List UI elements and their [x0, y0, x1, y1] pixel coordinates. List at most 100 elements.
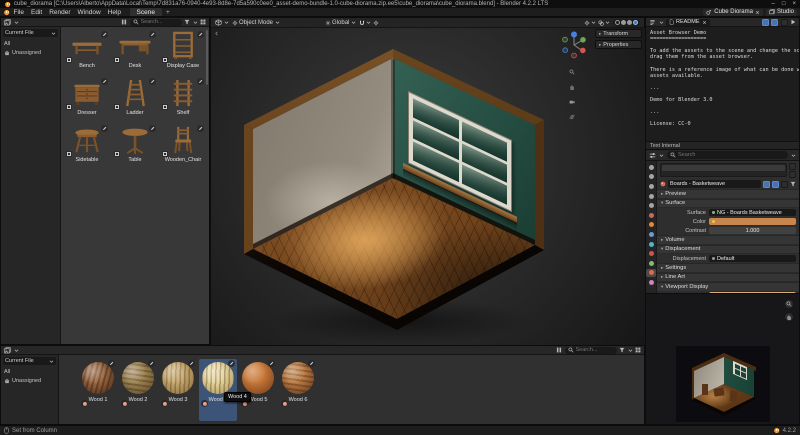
asset-tile-wooden-chair[interactable]: Wooden_Chair — [159, 125, 207, 169]
catalog-item-all[interactable]: All — [1, 367, 58, 376]
properties-tab-tool[interactable] — [646, 163, 656, 172]
asset-tile-display-case[interactable]: Display Case — [159, 31, 207, 75]
properties-search-input[interactable] — [678, 152, 716, 158]
asset-tile-desk[interactable]: Desk — [111, 31, 159, 75]
editor-type-icon[interactable] — [4, 347, 11, 354]
menu-edit[interactable]: Edit — [27, 9, 45, 16]
unlink-scene-icon[interactable] — [755, 10, 760, 15]
menu-window[interactable]: Window — [74, 9, 104, 16]
properties-tab-world[interactable] — [646, 211, 656, 220]
mode-selector[interactable]: Object Mode — [232, 20, 280, 26]
catalog-source-select[interactable]: Current File — [3, 357, 56, 365]
catalog-item-unassigned[interactable]: Unassigned — [1, 376, 58, 385]
properties-tab-texture[interactable] — [646, 278, 656, 287]
panel-surface[interactable]: ▾Surface — [657, 199, 799, 209]
word-wrap-toggle[interactable] — [762, 19, 769, 26]
surface-value-field[interactable]: NG - Boards Basketweave — [709, 209, 796, 217]
display-mode-icon[interactable] — [635, 347, 641, 353]
display-settings-icon[interactable] — [556, 347, 562, 353]
shading-solid-icon[interactable] — [621, 20, 626, 25]
catalog-item-all[interactable]: All — [1, 39, 60, 48]
properties-tab-constraints[interactable] — [646, 249, 656, 258]
properties-tab-object[interactable] — [646, 221, 656, 230]
filter-icon[interactable] — [184, 19, 190, 25]
material-slot[interactable] — [662, 165, 785, 171]
maximize-button[interactable]: □ — [782, 1, 786, 7]
asset-tile-bench[interactable]: Bench — [63, 31, 111, 75]
material-tile-wood-1[interactable]: Wood 1 — [79, 359, 117, 421]
display-settings-icon[interactable] — [121, 19, 127, 25]
shading-rendered-icon[interactable] — [633, 20, 638, 25]
viewport-canvas[interactable]: ▸Transform ▸Properties — [211, 28, 646, 346]
chevron-down-icon[interactable] — [591, 20, 596, 25]
text-datablock-field[interactable]: README — [666, 19, 710, 26]
asset-tile-table[interactable]: Table — [111, 125, 159, 169]
properties-tab-modifiers[interactable] — [646, 230, 656, 239]
editor-type-icon[interactable] — [215, 19, 222, 26]
properties-search[interactable] — [667, 151, 788, 159]
navigation-gizmo[interactable] — [559, 30, 589, 60]
material-search-input[interactable] — [576, 347, 614, 353]
chevron-down-icon[interactable] — [14, 20, 19, 25]
shading-material-icon[interactable] — [627, 20, 632, 25]
chevron-down-icon[interactable] — [366, 20, 371, 25]
material-tile-wood-3[interactable]: Wood 3 — [159, 359, 197, 421]
panel-line-art[interactable]: ▸Line Art — [657, 273, 799, 283]
transform-orientation[interactable]: Global — [325, 20, 356, 26]
properties-tab-output[interactable] — [646, 182, 656, 191]
snap-icon[interactable] — [359, 20, 365, 26]
add-slot-button[interactable] — [789, 163, 796, 170]
material-tile-wood-2[interactable]: Wood 2 — [119, 359, 157, 421]
minimize-button[interactable]: – — [772, 1, 775, 7]
asset-tile-ladder[interactable]: Ladder — [111, 78, 159, 122]
workspace-tab-scene[interactable]: Scene — [130, 8, 162, 16]
zoom-gizmo-button[interactable] — [784, 299, 794, 309]
panel-viewport-display[interactable]: ▾Viewport Display — [657, 282, 799, 292]
unlink-text-icon[interactable] — [702, 20, 707, 25]
syntax-highlight-toggle[interactable] — [771, 19, 778, 26]
asset-search[interactable] — [130, 19, 182, 26]
menu-render[interactable]: Render — [46, 9, 74, 16]
displacement-field[interactable]: Default — [709, 255, 796, 263]
contrast-slider[interactable]: 1.000 — [709, 227, 796, 235]
display-mode-icon[interactable] — [200, 19, 206, 25]
gizmos-toggle-icon[interactable] — [584, 20, 590, 26]
asset-search-input[interactable] — [141, 19, 179, 25]
add-workspace-button[interactable]: + — [162, 9, 174, 16]
asset-tile-sidetable[interactable]: Sidetable — [63, 125, 111, 169]
image-editor[interactable] — [646, 293, 799, 424]
sidebar-panel-transform[interactable]: ▸Transform — [595, 29, 642, 38]
chevron-down-icon[interactable] — [193, 20, 198, 25]
scene-selector[interactable]: Cube Diorama — [703, 9, 763, 16]
filter-icon[interactable] — [790, 181, 796, 187]
pan-gizmo-button[interactable] — [784, 312, 794, 322]
scrollbar[interactable] — [206, 30, 208, 85]
chevron-down-icon[interactable] — [628, 348, 633, 353]
asset-tile-shelf[interactable]: Shelf — [159, 78, 207, 122]
new-material-button[interactable] — [781, 181, 788, 188]
close-button[interactable]: × — [792, 1, 796, 7]
chevron-down-icon[interactable] — [659, 153, 664, 158]
overlays-toggle-icon[interactable] — [598, 20, 604, 26]
panel-displacement[interactable]: ▾Displacement — [657, 245, 799, 255]
chevron-down-icon[interactable] — [659, 20, 664, 25]
perspective-toggle-icon[interactable] — [568, 113, 576, 121]
proportional-edit-icon[interactable] — [373, 20, 379, 26]
fake-user-toggle[interactable] — [763, 181, 770, 188]
properties-tab-scene[interactable] — [646, 201, 656, 210]
shading-wireframe-icon[interactable] — [615, 20, 620, 25]
panel-volume[interactable]: ▸Volume — [657, 235, 799, 245]
text-editor-body[interactable]: Asset Browser Demo ================== To… — [646, 27, 799, 141]
editor-type-icon[interactable] — [649, 152, 656, 159]
view-layer-selector[interactable]: Studio — [766, 9, 797, 16]
panel-settings[interactable]: ▸Settings — [657, 263, 799, 273]
chevron-down-icon[interactable] — [14, 348, 19, 353]
properties-tab-render[interactable] — [646, 173, 656, 182]
material-search[interactable] — [565, 347, 617, 354]
zoom-nav-icon[interactable] — [568, 68, 576, 76]
chevron-down-icon[interactable] — [605, 20, 610, 25]
color-swatch[interactable] — [709, 218, 796, 226]
viewport-3d[interactable]: Object Mode Global — [210, 17, 645, 345]
panel-preview[interactable]: ▸Preview — [657, 189, 799, 199]
material-name-field[interactable]: Boards - Basketweave — [668, 180, 761, 188]
